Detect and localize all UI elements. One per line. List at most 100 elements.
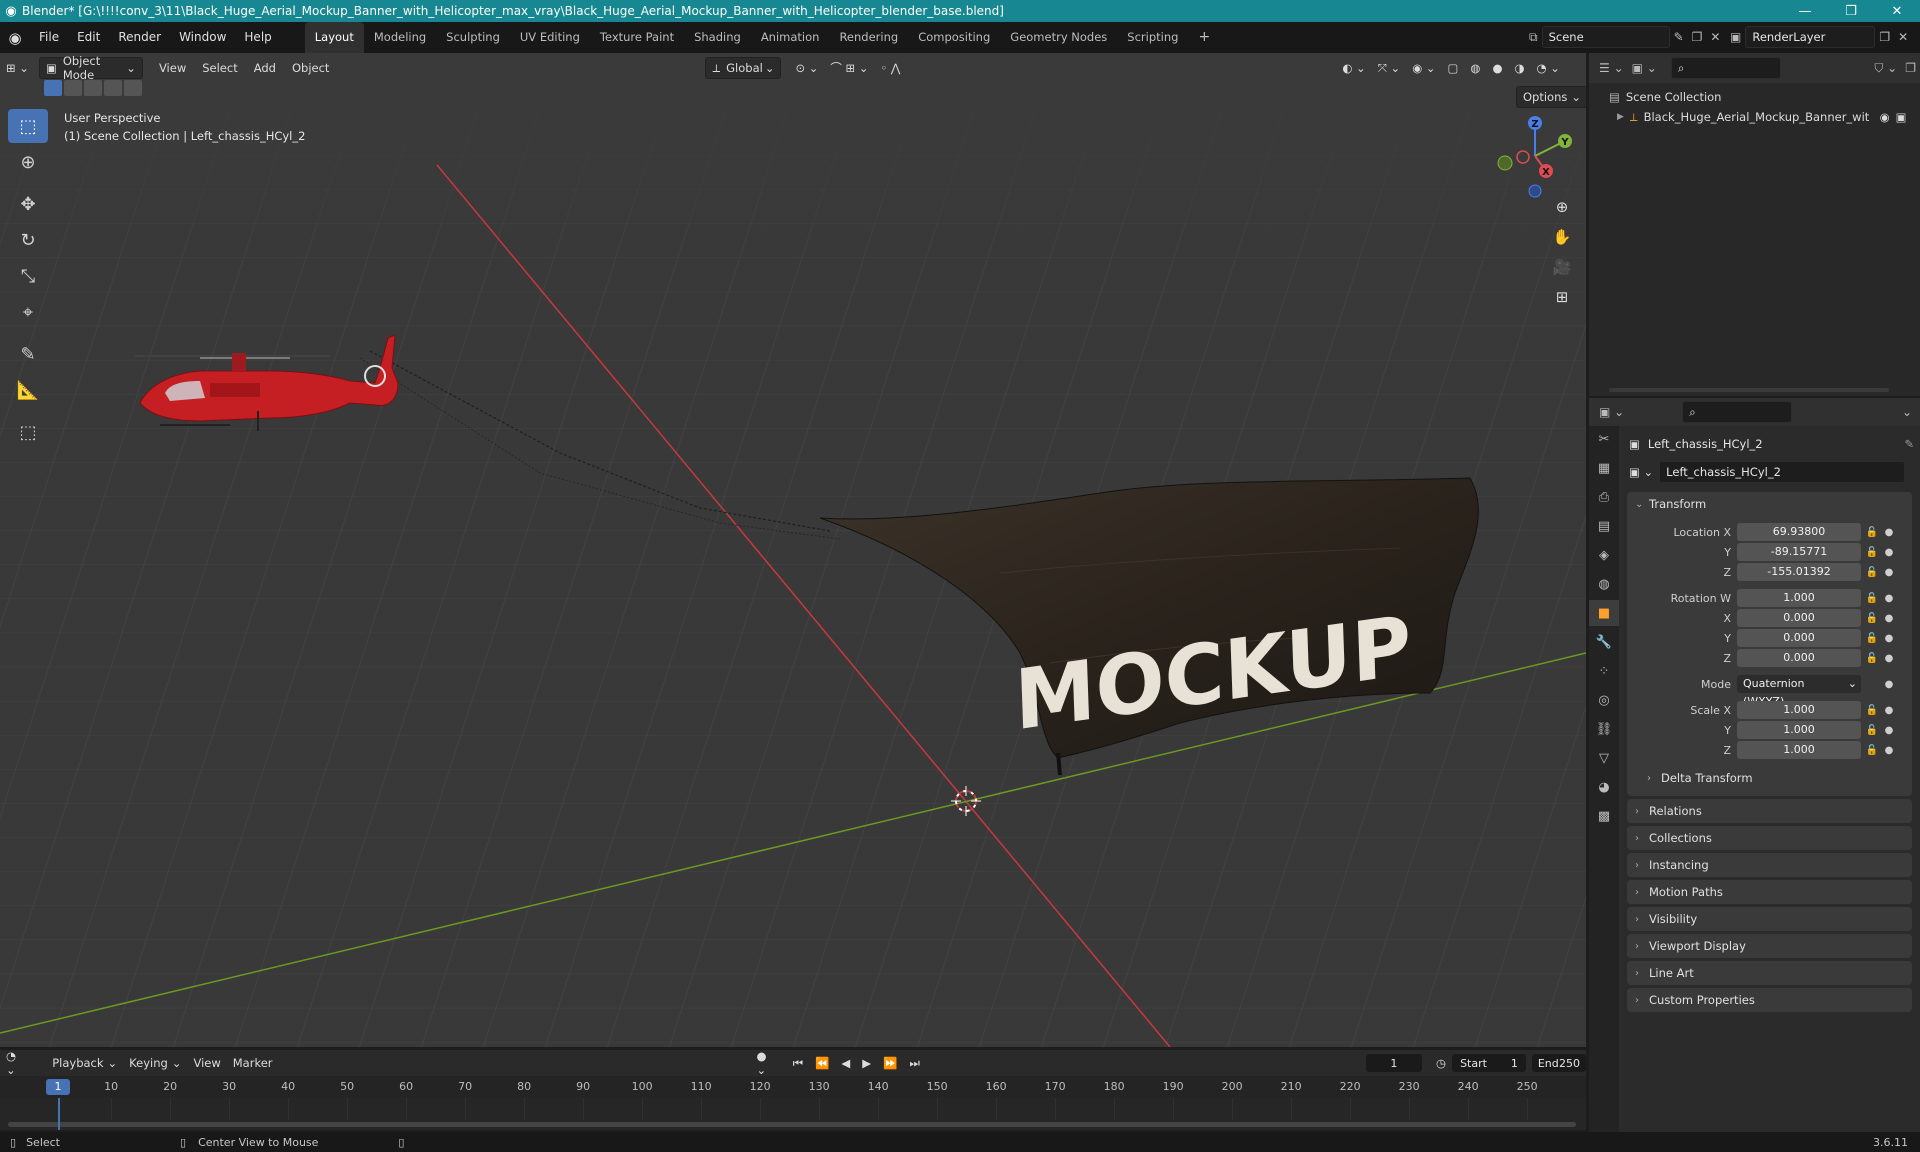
- editor-type-icon[interactable]: ▣ ⌄: [1595, 405, 1628, 419]
- xray-icon[interactable]: ▢: [1442, 57, 1465, 79]
- render-tab-icon[interactable]: ▦: [1589, 455, 1619, 481]
- rotation-x-field[interactable]: 0.000: [1737, 609, 1861, 627]
- jump-keyframe-back-icon[interactable]: ⏪: [809, 1052, 835, 1074]
- outliner-search-input[interactable]: ⌕: [1670, 57, 1781, 79]
- playhead-line[interactable]: [58, 1098, 60, 1130]
- tab-sculpting[interactable]: Sculpting: [436, 22, 510, 53]
- keyframe-dot-icon[interactable]: ●: [1883, 527, 1895, 538]
- pin-icon[interactable]: ✎: [1670, 30, 1688, 44]
- select-new-icon[interactable]: [44, 80, 62, 96]
- properties-search-input[interactable]: ⌕: [1682, 401, 1793, 423]
- timeline-ruler[interactable]: 10 20 30 40 50 60 70 80 90 100 110 120 130 140 150 160 1…: [0, 1076, 1586, 1098]
- menu-object[interactable]: Object: [286, 57, 335, 79]
- particles-tab-icon[interactable]: ⁘: [1589, 658, 1619, 684]
- render-layer-icon[interactable]: ▣: [1726, 30, 1745, 44]
- tab-scripting[interactable]: Scripting: [1117, 22, 1188, 53]
- tab-rendering[interactable]: Rendering: [829, 22, 908, 53]
- delete-scene-icon[interactable]: ✕: [1706, 30, 1724, 44]
- menu-help[interactable]: Help: [235, 22, 280, 53]
- transform-tool-icon[interactable]: ⌖: [8, 295, 48, 329]
- scale-y-field[interactable]: 1.000: [1737, 721, 1861, 739]
- tab-modeling[interactable]: Modeling: [364, 22, 436, 53]
- instancing-panel[interactable]: › Instancing: [1627, 853, 1912, 877]
- transform-panel-header[interactable]: ⌄ Transform: [1627, 492, 1912, 516]
- world-tab-icon[interactable]: ◍: [1589, 571, 1619, 597]
- material-tab-icon[interactable]: ◕: [1589, 774, 1619, 800]
- gizmo-toggle-icon[interactable]: ⤧ ⌄: [1372, 57, 1407, 79]
- lock-icon[interactable]: 🔓: [1861, 547, 1883, 558]
- data-tab-icon[interactable]: ▽: [1589, 745, 1619, 771]
- lock-icon[interactable]: 🔓: [1861, 745, 1883, 756]
- output-tab-icon[interactable]: ⎙: [1589, 484, 1619, 510]
- timeline-view-menu[interactable]: View: [187, 1052, 226, 1074]
- overlay-toggle-icon[interactable]: ◉ ⌄: [1406, 57, 1441, 79]
- scale-z-field[interactable]: 1.000: [1737, 741, 1861, 759]
- filter-icon[interactable]: ⛉ ⌄: [1870, 61, 1901, 76]
- ortho-grid-icon[interactable]: ⊞: [1548, 283, 1576, 311]
- transform-orientation-dropdown[interactable]: ⟂ Global ⌄: [705, 57, 782, 79]
- chevron-down-icon[interactable]: ⌄: [1898, 405, 1916, 419]
- keyframe-dot-icon[interactable]: ●: [1883, 547, 1895, 558]
- marker-menu[interactable]: Marker: [227, 1052, 279, 1074]
- scale-tool-icon[interactable]: ⤡: [8, 259, 48, 293]
- stopwatch-icon[interactable]: ◷: [1430, 1052, 1452, 1074]
- minimize-button[interactable]: —: [1782, 0, 1828, 22]
- viewport-display-panel[interactable]: › Viewport Display: [1627, 934, 1912, 958]
- physics-tab-icon[interactable]: ◎: [1589, 687, 1619, 713]
- end-frame-field[interactable]: End 250: [1531, 1054, 1586, 1072]
- gizmo-neg-x-icon[interactable]: [1516, 150, 1530, 164]
- navigation-gizmo[interactable]: Z Y X: [1490, 111, 1580, 201]
- pivot-point-icon[interactable]: ⊙ ⌄: [789, 57, 824, 79]
- view-layer-tab-icon[interactable]: ▤: [1589, 513, 1619, 539]
- tab-layout[interactable]: Layout: [304, 22, 364, 53]
- collections-panel[interactable]: › Collections: [1627, 826, 1912, 850]
- tab-texture-paint[interactable]: Texture Paint: [590, 22, 684, 53]
- keyframe-dot-icon[interactable]: ●: [1883, 679, 1895, 690]
- lock-icon[interactable]: 🔓: [1861, 593, 1883, 604]
- add-workspace-button[interactable]: +: [1188, 22, 1220, 53]
- scene-icon[interactable]: ⧉: [1525, 30, 1542, 45]
- add-cube-tool-icon[interactable]: ⬚: [8, 415, 48, 449]
- editor-type-icon[interactable]: ◔ ⌄: [0, 1049, 30, 1077]
- modifier-tab-icon[interactable]: 🔧: [1589, 629, 1619, 655]
- line-art-panel[interactable]: › Line Art: [1627, 961, 1912, 985]
- tab-uv-editing[interactable]: UV Editing: [510, 22, 590, 53]
- shading-solid-icon[interactable]: ●: [1486, 57, 1508, 79]
- blender-menu-icon[interactable]: ◉: [0, 29, 30, 47]
- eye-icon[interactable]: ◉: [1880, 110, 1890, 124]
- jump-keyframe-forward-icon[interactable]: ⏩: [877, 1052, 903, 1074]
- auto-keying-icon[interactable]: ● ⌄: [751, 1049, 781, 1077]
- visibility-icon[interactable]: ◐ ⌄: [1336, 57, 1371, 79]
- playhead[interactable]: 1: [46, 1079, 70, 1095]
- tool-tab-icon[interactable]: ✂: [1589, 426, 1619, 452]
- keyframe-dot-icon[interactable]: ●: [1883, 725, 1895, 736]
- delete-layer-icon[interactable]: ✕: [1894, 30, 1912, 44]
- keyframe-dot-icon[interactable]: ●: [1883, 593, 1895, 604]
- rotation-z-field[interactable]: 0.000: [1737, 649, 1861, 667]
- menu-window[interactable]: Window: [170, 22, 235, 53]
- visibility-panel[interactable]: › Visibility: [1627, 907, 1912, 931]
- zoom-icon[interactable]: ⊕: [1548, 193, 1576, 221]
- select-subtract-icon[interactable]: [84, 80, 102, 96]
- keyframe-dot-icon[interactable]: ●: [1883, 653, 1895, 664]
- rotation-w-field[interactable]: 1.000: [1737, 589, 1861, 607]
- location-z-field[interactable]: -155.01392: [1737, 563, 1861, 581]
- snap-icon[interactable]: ⌒ ⊞ ⌄: [824, 57, 874, 79]
- camera-icon[interactable]: ▣: [1896, 110, 1907, 124]
- menu-edit[interactable]: Edit: [68, 22, 109, 53]
- measure-tool-icon[interactable]: 📐: [8, 373, 48, 407]
- object-name-field[interactable]: Left_chassis_HCyl_2: [1659, 461, 1906, 483]
- keyframe-dot-icon[interactable]: ●: [1883, 613, 1895, 624]
- pin-icon[interactable]: ✎: [1904, 437, 1914, 451]
- editor-type-icon[interactable]: ☰ ⌄: [1595, 61, 1628, 75]
- menu-view[interactable]: View: [153, 57, 192, 79]
- object-mode-dropdown[interactable]: ▣ Object Mode ⌄: [38, 54, 143, 82]
- location-x-field[interactable]: 69.93800: [1737, 523, 1861, 541]
- lock-icon[interactable]: 🔓: [1861, 567, 1883, 578]
- tab-geometry-nodes[interactable]: Geometry Nodes: [1000, 22, 1117, 53]
- scene-tab-icon[interactable]: ◈: [1589, 542, 1619, 568]
- menu-render[interactable]: Render: [109, 22, 170, 53]
- location-y-field[interactable]: -89.15771: [1737, 543, 1861, 561]
- new-scene-icon[interactable]: ❐: [1688, 30, 1707, 44]
- play-reverse-icon[interactable]: ◀: [835, 1052, 856, 1074]
